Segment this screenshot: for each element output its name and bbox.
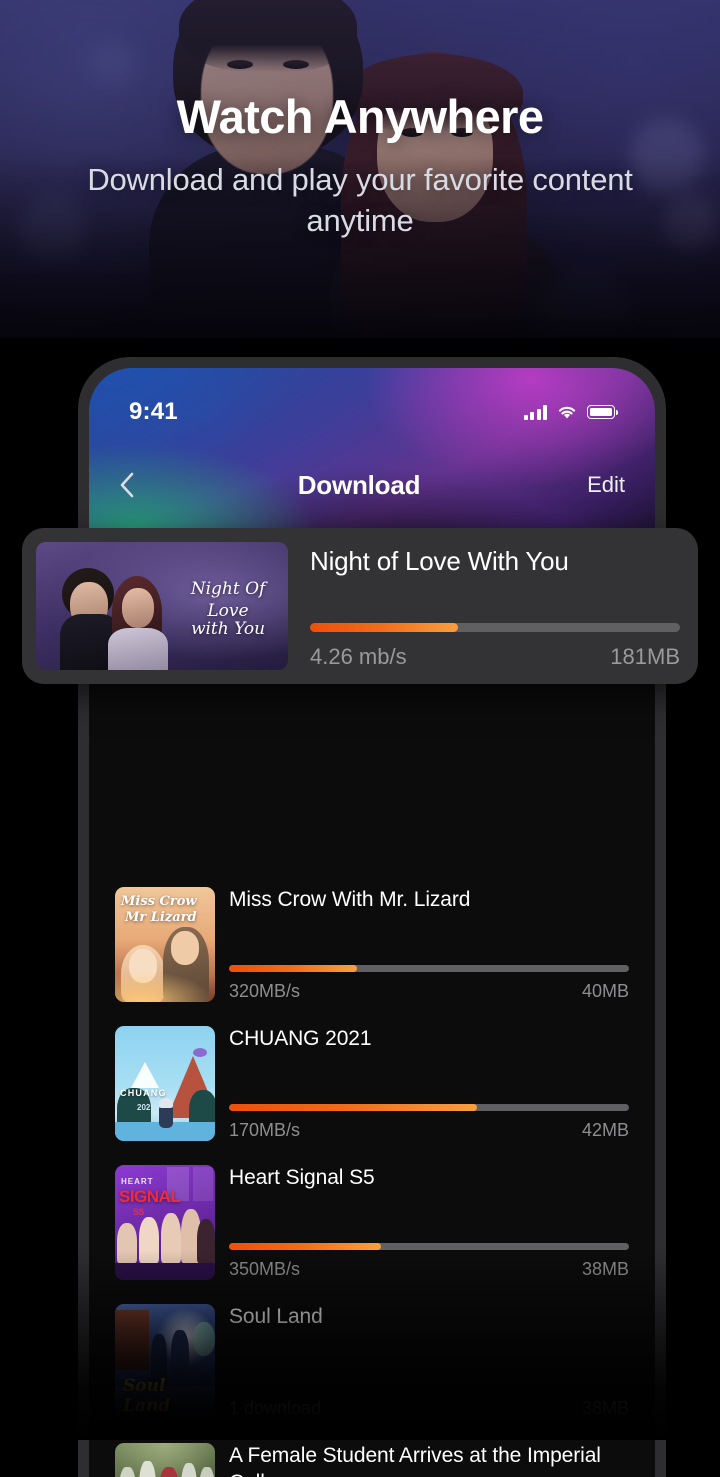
download-speed: 350MB/s [229, 1259, 301, 1279]
signal-bars-icon [523, 404, 547, 420]
download-progress-bar [229, 1382, 629, 1389]
download-list-item[interactable]: A Female Student III A Female Student Arr… [115, 1443, 629, 1477]
back-button[interactable] [119, 471, 153, 499]
poster-text-2: Mr Lizard [125, 910, 197, 925]
featured-thumbnail: Night Of Love with You [36, 542, 288, 670]
download-progress-bar [229, 1104, 629, 1111]
status-bar: 9:41 [89, 398, 655, 426]
featured-poster-text-1: Night Of Love [190, 579, 266, 622]
featured-download-card[interactable]: Night Of Love with You Night of Love Wit… [22, 528, 698, 684]
download-title: A Female Student Arrives at the Imperial… [229, 1444, 601, 1477]
status-bar-clock: 9:41 [129, 398, 178, 425]
poster-text-2: S5 [133, 1207, 145, 1217]
phone-mockup: 9:41 Download Edit Miss Crow Mr Lizard M… [78, 357, 666, 1477]
download-title: Soul Land [229, 1305, 323, 1328]
nav-bar: Download Edit [89, 454, 655, 516]
featured-title: Night of Love With You [310, 546, 569, 576]
download-title: Miss Crow With Mr. Lizard [229, 888, 471, 911]
poster-text-0: HEART [121, 1177, 154, 1186]
chevron-left-icon [120, 472, 134, 498]
hero-subtitle: Download and play your favorite content … [87, 161, 633, 238]
wifi-icon [558, 406, 576, 419]
download-size: 42MB [581, 1120, 629, 1140]
download-list-item[interactable]: Soul Land Soul Land 1 download 38MB [115, 1304, 629, 1419]
battery-icon [587, 405, 619, 419]
download-title: CHUANG 2021 [229, 1027, 372, 1050]
poster-text-1: Soul Land [123, 1376, 171, 1416]
hero-banner: Watch Anywhere Download and play your fa… [0, 0, 720, 338]
download-size: 38MB [581, 1259, 629, 1279]
poster-text-1: SIGNAL [119, 1187, 181, 1206]
download-list-item[interactable]: HEART SIGNAL S5 Heart Signal S5 350MB/s 38M… [115, 1165, 629, 1280]
hero-title: Watch Anywhere [176, 90, 544, 143]
featured-speed: 4.26 mb/s [310, 644, 407, 669]
poster-text-1: CHUANG [120, 1088, 167, 1098]
page-title: Download [297, 469, 421, 500]
download-speed: 1 download [229, 1398, 322, 1418]
download-list[interactable]: Miss Crow Mr Lizard Miss Crow With Mr. Li… [89, 561, 655, 1477]
download-thumbnail: CHUANG 2021 [115, 1026, 215, 1141]
download-list-item[interactable]: Miss Crow Mr Lizard Miss Crow With Mr. Li… [115, 887, 629, 1002]
download-title: Heart Signal S5 [229, 1166, 375, 1189]
download-list-item[interactable]: CHUANG 2021 CHUANG 2021 170MB/s 42MB [115, 1026, 629, 1141]
featured-size: 181MB [610, 644, 680, 669]
download-thumbnail: A Female Student III [115, 1443, 215, 1477]
featured-poster-text-2: with You [190, 619, 266, 639]
download-size: 38MB [581, 1398, 629, 1418]
download-speed: 170MB/s [229, 1120, 301, 1140]
download-thumbnail: HEART SIGNAL S5 [115, 1165, 215, 1280]
download-progress-bar [229, 1243, 629, 1250]
download-speed: 320MB/s [229, 981, 301, 1001]
download-thumbnail: Soul Land [115, 1304, 215, 1419]
download-thumbnail: Miss Crow Mr Lizard [115, 887, 215, 1002]
download-size: 40MB [581, 981, 629, 1001]
edit-button[interactable]: Edit [565, 472, 625, 498]
poster-text-1: Miss Crow [121, 894, 197, 909]
featured-progress-bar [310, 623, 680, 632]
poster-text-2: 2021 [137, 1103, 155, 1112]
download-progress-bar [229, 965, 629, 972]
